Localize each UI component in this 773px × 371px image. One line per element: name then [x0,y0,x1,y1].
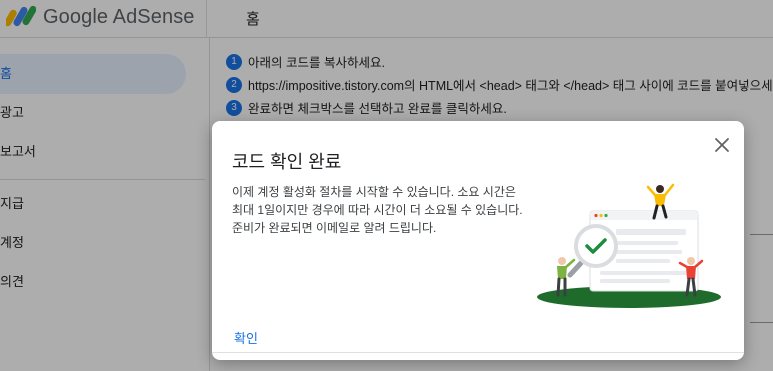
dialog-body-line: 최대 1일이지만 경우에 따라 시간이 더 소요될 수 있습니다. [232,203,523,217]
dialog-bottom-divider [212,352,744,353]
dialog-title: 코드 확인 완료 [232,152,342,172]
close-icon[interactable] [712,135,732,155]
dialog-body: 이제 계정 활성화 절차를 시작할 수 있습니다. 소요 시간은 최대 1일이지… [232,183,552,237]
verification-complete-dialog: 코드 확인 완료 이제 계정 활성화 절차를 시작할 수 있습니다. 소요 시간… [212,121,744,360]
dialog-body-line: 이제 계정 활성화 절차를 시작할 수 있습니다. 소요 시간은 [232,185,516,199]
verification-illustration [537,183,721,308]
confirm-button[interactable]: 확인 [234,325,274,349]
dialog-body-line: 준비가 완료되면 이메일로 알려 드립니다. [232,221,437,235]
